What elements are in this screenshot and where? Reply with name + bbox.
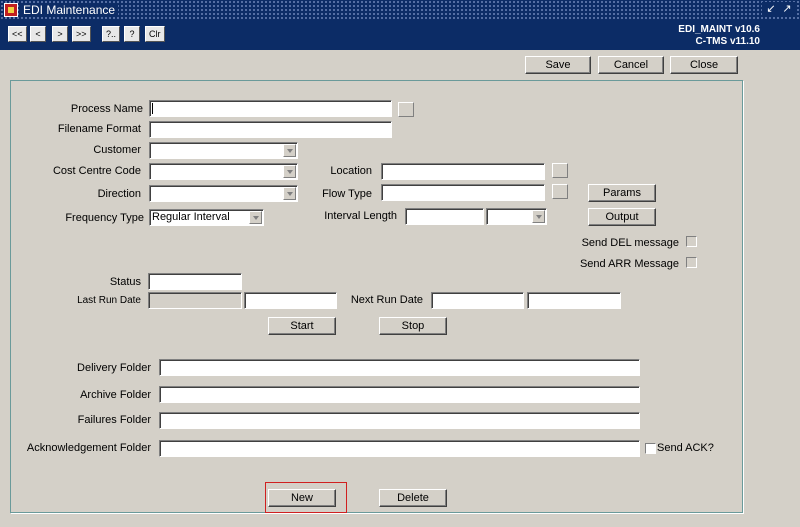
chevron-down-icon[interactable] <box>283 144 296 157</box>
window-controls: ↙ ↗ <box>762 2 796 17</box>
module-version: EDI_MAINT v10.6 <box>678 24 760 35</box>
send-arr-label: Send ARR Message <box>579 258 679 270</box>
chevron-down-icon[interactable] <box>283 165 296 178</box>
send-ack-checkbox[interactable] <box>645 443 656 454</box>
chevron-down-icon[interactable] <box>249 211 262 224</box>
window-title: EDI Maintenance <box>20 3 119 17</box>
process-name-lov-button[interactable] <box>398 102 414 117</box>
failures-folder-input[interactable] <box>159 412 640 429</box>
frequency-type-select[interactable]: Regular Interval <box>149 209 264 226</box>
cost-centre-code-select[interactable] <box>149 163 298 180</box>
maximize-icon[interactable]: ↗ <box>780 2 794 17</box>
flow-type-lov-button[interactable] <box>552 184 568 199</box>
archive-folder-input[interactable] <box>159 386 640 403</box>
process-name-label: Process Name <box>70 103 143 115</box>
toolbar: << < > >> ?.. ? Clr EDI_MAINT v10.6 C-TM… <box>0 20 800 50</box>
send-del-checkbox[interactable] <box>686 236 697 247</box>
customer-label: Customer <box>93 144 141 156</box>
chevron-down-icon[interactable] <box>532 210 545 223</box>
delete-button[interactable]: Delete <box>379 489 447 507</box>
chevron-down-icon[interactable] <box>283 187 296 200</box>
start-button[interactable]: Start <box>268 317 336 335</box>
help-button[interactable]: ? <box>124 26 140 42</box>
filename-format-label: Filename Format <box>57 123 141 135</box>
window-title-bar[interactable]: EDI Maintenance ↙ ↗ <box>0 0 800 20</box>
stop-button[interactable]: Stop <box>379 317 447 335</box>
ack-folder-input[interactable] <box>159 440 640 457</box>
filename-format-input[interactable] <box>149 121 392 138</box>
process-name-input[interactable] <box>149 100 392 117</box>
system-version: C-TMS v11.10 <box>695 36 760 47</box>
query-button[interactable]: ?.. <box>102 26 121 42</box>
interval-length-label: Interval Length <box>324 210 397 222</box>
cancel-button[interactable]: Cancel <box>598 56 664 74</box>
minimize-icon[interactable]: ↙ <box>764 2 778 17</box>
app-icon <box>4 3 18 17</box>
send-del-label: Send DEL message <box>581 237 679 249</box>
save-button[interactable]: Save <box>525 56 591 74</box>
next-run-time-input[interactable] <box>527 292 621 309</box>
location-input[interactable] <box>381 163 545 180</box>
next-run-date-label: Next Run Date <box>350 294 423 306</box>
direction-label: Direction <box>97 188 141 200</box>
close-button[interactable]: Close <box>670 56 738 74</box>
prev-record-button[interactable]: < <box>30 26 46 42</box>
ack-folder-label: Acknowledgement Folder <box>26 442 151 454</box>
first-record-button[interactable]: << <box>8 26 27 42</box>
location-label: Location <box>330 165 372 177</box>
direction-select[interactable] <box>149 185 298 202</box>
clear-button[interactable]: Clr <box>145 26 165 42</box>
cost-centre-code-label: Cost Centre Code <box>52 165 141 177</box>
next-record-button[interactable]: > <box>52 26 68 42</box>
status-label: Status <box>109 276 141 288</box>
interval-unit-select[interactable] <box>486 208 547 225</box>
last-run-time-input[interactable] <box>244 292 337 309</box>
customer-select[interactable] <box>149 142 298 159</box>
delivery-folder-label: Delivery Folder <box>77 362 151 374</box>
send-arr-checkbox[interactable] <box>686 257 697 268</box>
last-record-button[interactable]: >> <box>72 26 91 42</box>
delivery-folder-input[interactable] <box>159 359 640 376</box>
status-input[interactable] <box>148 273 242 290</box>
last-run-date-input <box>148 292 242 309</box>
next-run-date-input[interactable] <box>431 292 524 309</box>
output-button[interactable]: Output <box>588 208 656 226</box>
failures-folder-label: Failures Folder <box>77 414 151 426</box>
new-button[interactable]: New <box>268 489 336 507</box>
archive-folder-label: Archive Folder <box>80 389 151 401</box>
flow-type-input[interactable] <box>381 184 545 201</box>
flow-type-label: Flow Type <box>322 188 372 200</box>
location-lov-button[interactable] <box>552 163 568 178</box>
frequency-type-label: Frequency Type <box>65 212 144 224</box>
send-ack-label: Send ACK? <box>657 442 714 454</box>
version-info: EDI_MAINT v10.6 C-TMS v11.10 <box>678 24 760 48</box>
params-button[interactable]: Params <box>588 184 656 202</box>
last-run-date-label: Last Run Date <box>77 295 141 306</box>
frequency-type-value: Regular Interval <box>152 211 230 223</box>
interval-length-input[interactable] <box>405 208 484 225</box>
